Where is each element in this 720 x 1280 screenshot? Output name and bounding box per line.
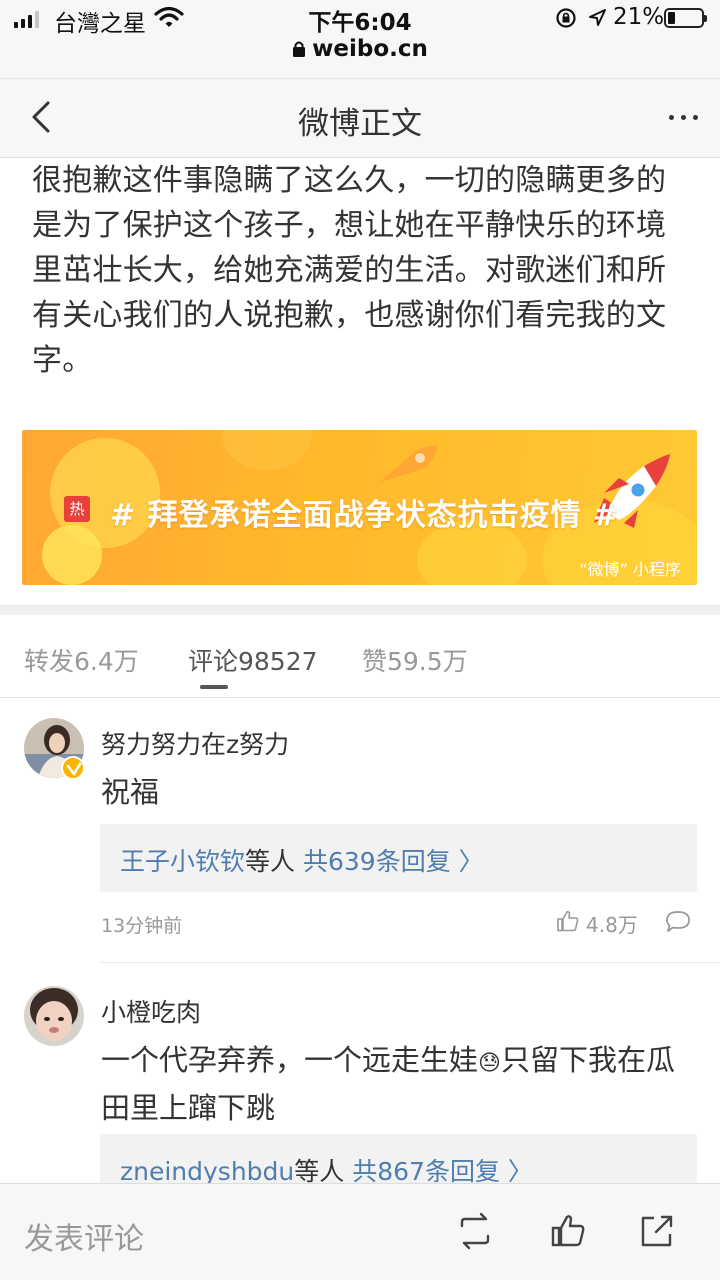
reply-count: 共867条回复 〉 (352, 1157, 533, 1186)
nav-bar: 微博正文 (0, 78, 720, 158)
battery-percent: 21% (613, 4, 665, 30)
comment-item: 小橙吃肉 一个代孕弃养，一个远走生娃😓只留下我在瓜田里上蹿下跳 zneindys… (0, 964, 720, 1202)
share-icon[interactable] (638, 1212, 676, 1254)
reply-mid: 等人 (294, 1157, 345, 1186)
url-text: weibo.cn (312, 36, 428, 62)
hot-badge: 热 (64, 496, 90, 522)
address-bar[interactable]: weibo.cn (0, 36, 720, 64)
status-bar: 台灣之星 下午6:04 21% weibo.cn (0, 0, 720, 78)
rotation-lock-icon (555, 7, 577, 33)
bottom-action-bar: 发表评论 (0, 1183, 720, 1280)
thumbs-up-icon (556, 909, 580, 938)
comment-reply-icon[interactable] (664, 909, 692, 939)
tab-reposts[interactable]: 转发6.4万 (24, 642, 139, 678)
location-arrow-icon (587, 8, 607, 32)
reply-summary-text: 王子小钦钦等人 共639条回复 〉 (120, 842, 484, 878)
page-title: 微博正文 (298, 106, 422, 142)
comment-time: 13分钟前 (101, 915, 183, 937)
lock-icon (292, 38, 306, 64)
reply-count: 共639条回复 〉 (302, 847, 484, 876)
comment-text-part: 一个代孕弃养，一个远走生娃 (101, 1043, 479, 1077)
comment-username[interactable]: 努力努力在z努力 (101, 725, 289, 761)
sweat-emoji-icon: 😓 (478, 1051, 501, 1076)
reply-user: 王子小钦钦 (120, 847, 246, 876)
clock: 下午6:04 (308, 10, 412, 36)
reply-user: zneindyshbdu (120, 1157, 295, 1186)
comment-text: 一个代孕弃养，一个远走生娃😓只留下我在瓜田里上蹿下跳 (101, 1038, 701, 1131)
hot-topic-banner[interactable]: 热 # 拜登承诺全面战争状态抗击疫情 # “微博” 小程序 (22, 430, 697, 585)
banner-source: “微博” 小程序 (579, 560, 681, 579)
small-rocket-icon (374, 442, 444, 492)
comment-item: 努力努力在z努力 祝福 王子小钦钦等人 共639条回复 〉 13分钟前 4.8万 (0, 698, 720, 964)
tab-likes[interactable]: 赞59.5万 (362, 642, 468, 678)
interaction-tabs: 转发6.4万 评论98527 赞59.5万 (0, 615, 720, 698)
comment-like-button[interactable]: 4.8万 (556, 909, 638, 938)
reply-summary[interactable]: 王子小钦钦等人 共639条回复 〉 (100, 824, 697, 892)
section-divider (0, 605, 720, 615)
comment-username[interactable]: 小橙吃肉 (101, 993, 201, 1029)
tab-comments[interactable]: 评论98527 (188, 642, 318, 678)
comment-text: 祝福 (101, 775, 160, 809)
reply-mid: 等人 (245, 847, 296, 876)
post-body: 很抱歉这件事隐瞒了这么久，一切的隐瞒更多的是为了保护这个孩子，想让她在平静快乐的… (32, 163, 667, 378)
verified-badge-icon (61, 756, 85, 780)
banner-decoration (222, 430, 312, 470)
battery-level (668, 12, 675, 24)
more-dots-icon[interactable] (669, 115, 698, 120)
like-count: 4.8万 (586, 913, 638, 937)
like-icon[interactable] (550, 1212, 588, 1254)
repost-icon[interactable] (456, 1212, 494, 1254)
comment-input[interactable]: 发表评论 (24, 1214, 144, 1258)
active-tab-indicator (200, 685, 228, 689)
banner-topic: # 拜登承诺全面战争状态抗击疫情 # (110, 498, 620, 533)
banner-decoration (42, 525, 102, 585)
avatar[interactable] (24, 986, 84, 1046)
battery-icon (664, 8, 707, 28)
comment-divider (100, 962, 720, 963)
